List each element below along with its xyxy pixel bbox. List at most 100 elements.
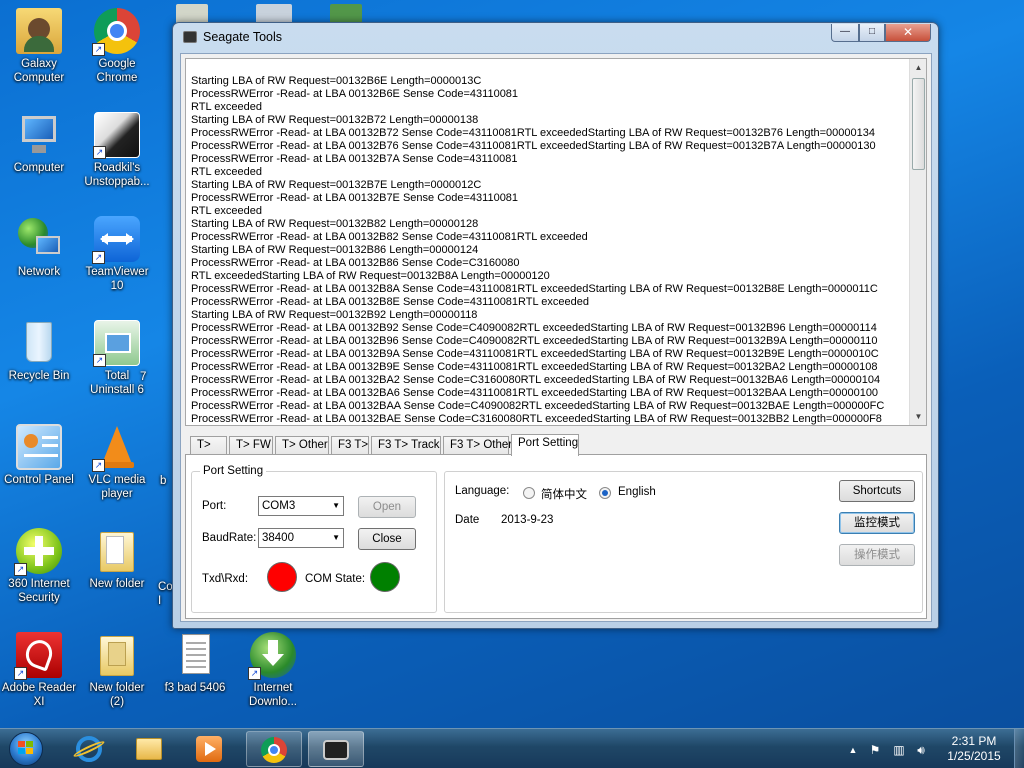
internet-explorer-icon <box>72 736 106 762</box>
tab-port-setting[interactable]: Port Setting <box>511 434 579 456</box>
desktop-icon-label: Computer <box>13 162 65 174</box>
desktop-icon-computer[interactable]: Computer <box>0 112 78 175</box>
log-line: ProcessRWError -Read- at LBA 00132B9A Se… <box>191 348 879 360</box>
desktop-icon-new-folder[interactable]: New folder <box>78 528 156 591</box>
start-button[interactable] <box>4 730 50 768</box>
desktop-icon-teamviewer[interactable]: ↗ TeamViewer 10 <box>78 216 156 293</box>
port-setting-pane: Port Setting Port: COM3 ▼ Open BaudRate:… <box>185 454 927 619</box>
recycle-bin-icon <box>16 320 62 366</box>
show-desktop-button[interactable] <box>1014 729 1024 768</box>
log-line: RTL exceeded <box>191 205 262 217</box>
log-output[interactable]: Starting LBA of RW Request=00132B6E Leng… <box>185 58 927 426</box>
english-option-label: English <box>618 486 656 498</box>
desktop-icon-label: f3 bad 5406 <box>164 682 226 694</box>
desktop-icon-google-chrome[interactable]: ↗ Google Chrome <box>78 8 156 85</box>
log-line: ProcessRWError -Read- at LBA 00132BAA Se… <box>191 400 885 412</box>
partial-desktop-icon[interactable] <box>330 4 362 24</box>
shortcuts-button[interactable]: Shortcuts <box>839 480 915 502</box>
shortcut-arrow-icon: ↗ <box>248 667 261 680</box>
chinese-option-label: 简体中文 <box>541 489 587 501</box>
date-label: Date <box>455 514 480 526</box>
close-port-button[interactable]: Close <box>358 528 416 550</box>
port-setting-group-title: Port Setting <box>200 465 267 477</box>
desktop-icon-label: New folder (2) <box>89 682 145 708</box>
taskbar-media-player[interactable] <box>182 731 238 767</box>
log-line: ProcessRWError -Read- at LBA 00132B9E Se… <box>191 361 878 373</box>
log-line: ProcessRWError -Read- at LBA 00132BAE Se… <box>191 413 882 425</box>
teamviewer-icon: ↗ <box>92 216 140 264</box>
log-scrollbar[interactable]: ▲ ▼ <box>909 59 926 425</box>
tab-f3-t-track[interactable]: F3 T> Track <box>371 436 441 455</box>
tab-t[interactable]: T> <box>190 436 227 455</box>
desktop-icon-new-folder-2[interactable]: New folder (2) <box>78 632 156 709</box>
log-line: ProcessRWError -Read- at LBA 00132B76 Se… <box>191 140 876 152</box>
scroll-up-icon[interactable]: ▲ <box>910 59 926 76</box>
log-line: Starting LBA of RW Request=00132B72 Leng… <box>191 114 479 126</box>
radio-chinese[interactable] <box>523 487 535 499</box>
volume-icon[interactable]: 🔊︎ <box>914 743 928 757</box>
dropdown-arrow-icon[interactable]: ▼ <box>332 529 340 547</box>
port-select[interactable]: COM3 ▼ <box>258 496 344 516</box>
taskbar-file-explorer[interactable] <box>122 731 178 767</box>
window-titlebar[interactable]: Seagate Tools — □ ✕ <box>173 23 938 51</box>
chrome-icon: ↗ <box>92 8 140 56</box>
desktop-icon-roadkils[interactable]: ↗ Roadkil's Unstoppab... <box>78 112 156 189</box>
seagate-tools-window: Seagate Tools — □ ✕ Starting LBA of RW R… <box>172 22 939 629</box>
desktop-icon-f3-bad[interactable]: f3 bad 5406 <box>156 632 234 695</box>
shortcut-arrow-icon: ↗ <box>93 146 106 159</box>
scroll-thumb[interactable] <box>912 78 925 170</box>
log-line: ProcessRWError -Read- at LBA 00132B8A Se… <box>191 283 878 295</box>
date-value: 2013-9-23 <box>501 514 554 526</box>
com-state-indicator <box>370 562 400 592</box>
monitor-mode-button[interactable]: 监控模式 <box>839 512 915 534</box>
desktop-icon-label: Control Panel <box>4 474 74 486</box>
maximize-button[interactable]: □ <box>859 24 885 42</box>
folder-icon <box>94 632 140 678</box>
taskbar-google-chrome[interactable] <box>246 731 302 767</box>
window-title: Seagate Tools <box>203 30 282 44</box>
desktop-icon-label: TeamViewer 10 <box>85 266 149 292</box>
taskbar-seagate-tools[interactable] <box>308 731 364 767</box>
dropdown-arrow-icon[interactable]: ▼ <box>332 497 340 515</box>
text-file-icon <box>172 632 218 678</box>
log-line: ProcessRWError -Read- at LBA 00132B92 Se… <box>191 322 877 334</box>
minimize-button[interactable]: — <box>831 24 859 42</box>
network-icon <box>16 216 62 262</box>
partial-desktop-icon[interactable] <box>256 4 292 24</box>
seagate-tools-icon <box>323 740 349 760</box>
log-line: ProcessRWError -Read- at LBA 00132BA6 Se… <box>191 387 879 399</box>
desktop-icon-label: Network <box>17 266 61 278</box>
shortcut-arrow-icon: ↗ <box>14 667 27 680</box>
desktop-icon-network[interactable]: Network <box>0 216 78 279</box>
port-label: Port: <box>202 500 227 512</box>
control-panel-icon <box>16 424 62 470</box>
network-tray-icon[interactable]: ▥ <box>892 743 906 757</box>
tab-t-fw[interactable]: T> FW <box>229 436 273 455</box>
desktop-icon-recycle-bin[interactable]: Recycle Bin <box>0 320 78 383</box>
desktop-icon-control-panel[interactable]: Control Panel <box>0 424 78 487</box>
desktop-icon-total-uninstall[interactable]: ↗ Total Uninstall 6 <box>78 320 156 397</box>
tab-t-other[interactable]: T> Other <box>275 436 329 455</box>
desktop-icon-label: Recycle Bin <box>8 370 70 382</box>
taskbar-clock[interactable]: 2:31 PM 1/25/2015 <box>940 734 1008 764</box>
open-port-button[interactable]: Open <box>358 496 416 518</box>
desktop-icon-internet-download[interactable]: ↗ Internet Downlo... <box>234 632 312 709</box>
operate-mode-button[interactable]: 操作模式 <box>839 544 915 566</box>
scroll-down-icon[interactable]: ▼ <box>910 408 926 425</box>
tab-f3-t[interactable]: F3 T> <box>331 436 369 455</box>
desktop-icon-galaxy-computer[interactable]: Galaxy Computer <box>0 8 78 85</box>
partial-desktop-icon[interactable] <box>176 4 208 24</box>
desktop-icon-label: New folder <box>89 578 145 590</box>
desktop-icon-360-security[interactable]: ↗ 360 Internet Security <box>0 528 78 605</box>
action-center-flag-icon[interactable]: ⚑ <box>868 743 882 757</box>
shortcut-arrow-icon: ↗ <box>14 563 27 576</box>
radio-english[interactable] <box>599 487 611 499</box>
taskbar-internet-explorer[interactable] <box>62 731 118 767</box>
desktop-icon-vlc[interactable]: ↗ VLC media player <box>78 424 156 501</box>
tray-expand-icon[interactable]: ▲ <box>846 743 860 757</box>
shortcut-arrow-icon: ↗ <box>92 459 105 472</box>
baudrate-select[interactable]: 38400 ▼ <box>258 528 344 548</box>
close-window-button[interactable]: ✕ <box>885 24 931 42</box>
desktop-icon-adobe-reader[interactable]: ↗ Adobe Reader XI <box>0 632 78 709</box>
tab-f3-t-other[interactable]: F3 T> Other <box>443 436 512 455</box>
